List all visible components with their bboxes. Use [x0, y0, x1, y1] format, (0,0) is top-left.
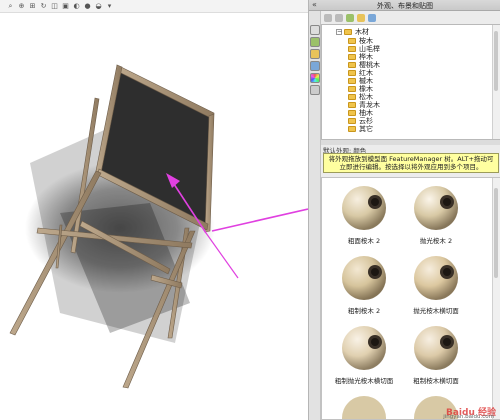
scroll-thumb[interactable]	[494, 31, 498, 91]
appearance-swatch-grid[interactable]: 粗面桉木 2 抛光桉木 2 粗制桉木 2 抛光桉木横切面 粗制抛光桉木横切面 粗…	[321, 177, 500, 420]
task-pane-side-tabs	[309, 11, 321, 420]
folder-icon	[344, 29, 352, 35]
tree-toolbar	[321, 11, 500, 24]
graphics-viewport[interactable]: ⌕ ⊕ ⊞ ↻ ◫ ▣ ◐ ● ◒ ▾	[0, 0, 308, 420]
swatch-label: 粗制桉木 2	[347, 307, 381, 315]
wood-sphere-icon	[342, 396, 386, 419]
drag-tooltip: 将外观拖放到模型面 FeatureManager 树。ALT+拖动可立即进行编辑…	[323, 153, 499, 173]
appearance-tab-icon[interactable]	[310, 73, 320, 83]
folder-icon	[348, 126, 356, 132]
folder-icon	[348, 110, 356, 116]
tree-item[interactable]: 红木	[348, 69, 373, 77]
swatch-label: 抛光桉木 2	[419, 237, 453, 245]
refresh-icon[interactable]	[368, 13, 376, 22]
appearance-swatch[interactable]: 抛光桉木 2	[402, 181, 470, 245]
forward-icon[interactable]	[335, 13, 343, 22]
tree-item[interactable]: 槭木	[348, 77, 373, 85]
add-icon[interactable]	[346, 13, 354, 22]
appearance-tree[interactable]: − 木材 桉木 山毛榉 桦木 樱桃木 红木 槭木 橡木 松木 青龙木 柚木 云杉…	[321, 24, 500, 140]
swatch-label: 抛光桉木横切面	[413, 307, 459, 315]
wood-sphere-icon	[342, 186, 386, 230]
swatch-label: 粗面桉木 2	[347, 237, 381, 245]
tree-item[interactable]: 柚木	[348, 109, 373, 117]
appearance-swatch[interactable]: 粗制抛光桉木横切面	[330, 321, 398, 385]
folder-icon	[348, 86, 356, 92]
tree-item[interactable]: 橡木	[348, 85, 373, 93]
tree-item[interactable]: 樱桃木	[348, 61, 380, 69]
scroll-thumb[interactable]	[494, 188, 498, 278]
appearance-swatch[interactable]: 粗制桉木 2	[330, 251, 398, 315]
swatch-label: 粗制抛光桉木横切面	[334, 377, 394, 385]
scene-icon[interactable]: ◒	[94, 2, 103, 11]
section-view-icon[interactable]: ◫	[50, 2, 59, 11]
folder-icon	[348, 46, 356, 52]
tree-item[interactable]: 桉木	[348, 37, 373, 45]
tree-item[interactable]: 山毛榉	[348, 45, 380, 53]
folder-icon	[348, 38, 356, 44]
back-icon[interactable]	[324, 13, 332, 22]
tree-item[interactable]: 青龙木	[348, 101, 380, 109]
section-label: 默认外观: 颜色	[323, 147, 367, 155]
appearance-swatch[interactable]: 粗面桉木 2	[330, 181, 398, 245]
wood-sphere-icon	[414, 326, 458, 370]
view-toolbar: ⌕ ⊕ ⊞ ↻ ◫ ▣ ◐ ● ◒ ▾	[0, 0, 308, 13]
easel-model[interactable]	[0, 13, 308, 420]
zoom-area-icon[interactable]: ⊞	[28, 2, 37, 11]
tree-item[interactable]: 桦木	[348, 53, 373, 61]
tree-root-wood[interactable]: − 木材	[336, 28, 369, 36]
zoom-icon[interactable]: ⊕	[17, 2, 26, 11]
design-library-tab-icon[interactable]	[310, 37, 320, 47]
task-pane: « 外观、布景和贴图 − 木材 桉木 山毛榉 桦木 樱桃木 红木 槭木 橡木 松…	[308, 0, 500, 420]
folder-icon	[348, 78, 356, 84]
folder-icon[interactable]	[357, 13, 365, 22]
task-pane-header: « 外观、布景和贴图	[309, 0, 500, 11]
appearance-swatch[interactable]: 抛光桉木横切面	[402, 251, 470, 315]
home-tab-icon[interactable]	[310, 25, 320, 35]
folder-icon	[348, 102, 356, 108]
hide-show-icon[interactable]: ◐	[72, 2, 81, 11]
folder-icon	[348, 62, 356, 68]
appearance-swatch[interactable]	[330, 391, 398, 419]
tree-item[interactable]: 云杉	[348, 117, 373, 125]
wood-sphere-icon	[342, 256, 386, 300]
file-explorer-tab-icon[interactable]	[310, 49, 320, 59]
wood-sphere-icon	[342, 326, 386, 370]
display-style-icon[interactable]: ▣	[61, 2, 70, 11]
collapse-node-icon[interactable]: −	[336, 29, 342, 35]
tree-item[interactable]: 松木	[348, 93, 373, 101]
folder-icon	[348, 70, 356, 76]
folder-icon	[348, 94, 356, 100]
wood-sphere-icon	[414, 186, 458, 230]
search-icon[interactable]: ⌕	[6, 2, 15, 11]
swatch-scrollbar[interactable]	[492, 178, 500, 419]
tree-item[interactable]: 其它	[348, 125, 373, 133]
search-tab-icon[interactable]	[310, 61, 320, 71]
swatch-label: 粗制桉木横切面	[413, 377, 459, 385]
folder-icon	[348, 118, 356, 124]
appearance-icon[interactable]: ●	[83, 2, 92, 11]
folder-icon	[348, 54, 356, 60]
task-pane-title: 外观、布景和贴图	[377, 2, 433, 10]
settings-icon[interactable]: ▾	[105, 2, 114, 11]
custom-tab-icon[interactable]	[310, 85, 320, 95]
wood-sphere-icon	[414, 256, 458, 300]
appearance-swatch[interactable]: 粗制桉木横切面	[402, 321, 470, 385]
watermark-url: jingyan.baidu.com	[443, 414, 494, 420]
tree-scrollbar[interactable]	[492, 25, 500, 139]
rotate-icon[interactable]: ↻	[39, 2, 48, 11]
